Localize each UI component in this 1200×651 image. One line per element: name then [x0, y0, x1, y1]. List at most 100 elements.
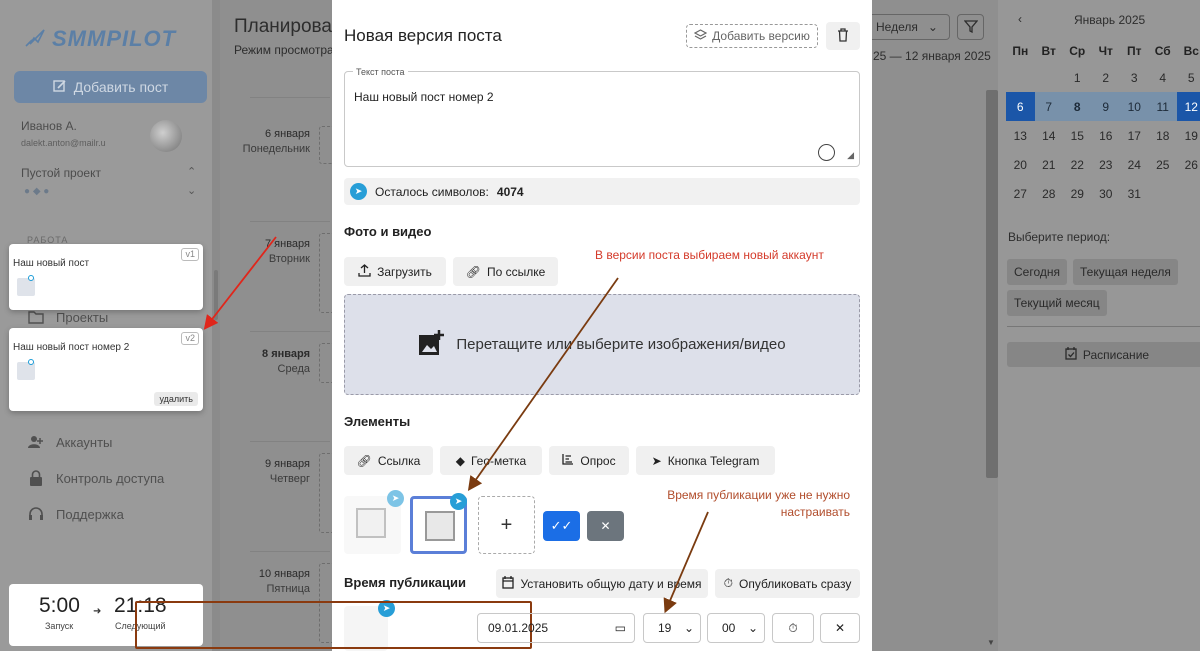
calendar-day[interactable]: 17 [1120, 121, 1149, 150]
calendar-day[interactable]: 10 [1120, 92, 1149, 121]
scrollbar-thumb[interactable] [214, 270, 218, 320]
scroll-down-icon[interactable]: ▼ [987, 638, 995, 647]
annotation-line: Время публикации уже не нужно [667, 488, 850, 502]
clear-time-button[interactable]: ✕ [820, 613, 860, 643]
confirm-accounts-button[interactable]: ✓✓ [543, 511, 580, 541]
calendar-day[interactable]: 18 [1149, 121, 1178, 150]
calendar-day-selected[interactable]: 12 [1177, 92, 1200, 121]
calendar-day-selected[interactable]: 6 [1006, 92, 1035, 121]
version-title: Наш новый пост номер 2 [13, 342, 130, 353]
calendar-day[interactable]: 4 [1149, 63, 1178, 92]
post-slot[interactable] [319, 126, 333, 164]
post-slot[interactable] [319, 343, 333, 383]
sidebar-item-accounts[interactable]: Аккаунты [28, 434, 112, 450]
schedule-button[interactable]: Расписание [1007, 342, 1200, 367]
element-link-button[interactable]: 🔗︎ Ссылка [344, 446, 433, 475]
project-name[interactable]: Пустой проект [21, 166, 101, 180]
add-account-button[interactable]: + [478, 496, 535, 554]
calendar-day[interactable]: 23 [1092, 150, 1121, 179]
calendar-day[interactable]: 15 [1063, 121, 1092, 150]
calendar-day[interactable]: 24 [1120, 150, 1149, 179]
avatar[interactable] [150, 120, 182, 152]
resize-handle-icon[interactable]: ◢ [847, 150, 854, 161]
timer-button[interactable]: ⏱︎ [772, 613, 814, 643]
post-slot[interactable] [319, 453, 333, 533]
chevron-left-icon[interactable]: ‹ [1018, 12, 1022, 26]
calendar-day[interactable]: 14 [1035, 121, 1064, 150]
set-common-datetime-button[interactable]: Установить общую дату и время [496, 569, 708, 598]
calendar-day [1149, 179, 1178, 208]
calendar-day[interactable]: 3 [1120, 63, 1149, 92]
sidebar-scrollbar[interactable] [212, 0, 220, 651]
sidebar-item-access[interactable]: Контроль доступа [28, 470, 164, 486]
post-text-field[interactable]: Текст поста Наш новый пост номер 2 ◢ [344, 67, 860, 167]
period-week-button[interactable]: Текущая неделя [1073, 259, 1178, 285]
calendar-day[interactable]: 11 [1148, 92, 1177, 121]
calendar-day[interactable]: 30 [1092, 179, 1121, 208]
launch-label: Запуск [45, 621, 74, 631]
delete-button[interactable] [826, 22, 860, 50]
sidebar-item-support[interactable]: Поддержка [28, 506, 124, 522]
calendar-day[interactable]: 22 [1063, 150, 1092, 179]
annotation-note-2: Время публикации уже не нужно настраиват… [660, 487, 850, 521]
add-post-button[interactable]: Добавить пост [14, 71, 207, 103]
emoji-icon[interactable] [818, 144, 835, 161]
element-geo-button[interactable]: ◆ Гео-метка [440, 446, 542, 475]
divider [250, 97, 330, 98]
publish-minute-select[interactable]: 00 ⌄ [707, 613, 765, 643]
calendar-day [1035, 63, 1064, 92]
version-tag: v1 [181, 248, 199, 261]
element-poll-button[interactable]: Опрос [549, 446, 629, 475]
account-card-selected[interactable]: ➤ [410, 493, 467, 554]
calendar-day-today[interactable]: 8 [1063, 92, 1092, 121]
calendar-day[interactable]: 20 [1006, 150, 1035, 179]
post-slot[interactable] [319, 233, 333, 313]
add-version-button[interactable]: Добавить версию [686, 24, 818, 48]
media-dropzone[interactable]: Перетащите или выберите изображения/виде… [344, 294, 860, 395]
elements-heading: Элементы [344, 414, 411, 429]
upload-button[interactable]: Загрузить [344, 257, 446, 286]
chars-remaining-row: ➤ Осталось символов: 4074 [344, 178, 860, 205]
filter-icon [963, 19, 978, 36]
calendar-day [1006, 63, 1035, 92]
publish-now-button[interactable]: ⏱︎ Опубликовать сразу [715, 569, 860, 598]
add-post-label: Добавить пост [73, 79, 169, 95]
calendar-day[interactable]: 7 [1034, 92, 1063, 121]
calendar-day[interactable]: 1 [1063, 63, 1092, 92]
chevron-down-icon[interactable]: ⌄ [187, 184, 196, 197]
period-select[interactable]: Неделя ⌄ [867, 14, 950, 40]
calendar-day[interactable]: 25 [1149, 150, 1178, 179]
publish-hour-select[interactable]: 19 ⌄ [643, 613, 701, 643]
weekday-label: Вс [1183, 44, 1199, 58]
calendar-day[interactable]: 26 [1177, 150, 1200, 179]
calendar-day[interactable]: 19 [1177, 121, 1200, 150]
calendar-day[interactable]: 21 [1035, 150, 1064, 179]
calendar-day[interactable]: 2 [1092, 63, 1121, 92]
calendar-day[interactable]: 16 [1092, 121, 1121, 150]
logo[interactable]: SMMPILOT [24, 26, 176, 52]
calendar-day[interactable]: 13 [1006, 121, 1035, 150]
calendar-day[interactable]: 9 [1091, 92, 1120, 121]
by-link-button[interactable]: 🔗︎ По ссылке [453, 257, 558, 286]
sidebar-item-projects[interactable]: Проекты [28, 309, 108, 325]
version-card-v1[interactable]: Наш новый пост v1 [9, 244, 203, 310]
calendar-day[interactable]: 31 [1120, 179, 1149, 208]
account-card[interactable]: ➤ [344, 490, 404, 554]
filter-button[interactable] [957, 14, 984, 40]
publish-date-value: 09.01.2025 [488, 621, 549, 635]
calendar-day[interactable]: 29 [1063, 179, 1092, 208]
calendar-day[interactable]: 5 [1177, 63, 1200, 92]
planner-scrollbar[interactable] [986, 90, 998, 478]
calendar-day[interactable]: 27 [1006, 179, 1035, 208]
delete-version-button[interactable]: удалить [154, 392, 198, 406]
cancel-accounts-button[interactable]: ✕ [587, 511, 624, 541]
chevron-up-icon[interactable]: ⌃ [187, 165, 196, 178]
publish-date-input[interactable]: 09.01.2025 ▭ [477, 613, 635, 643]
calendar-day[interactable]: 28 [1035, 179, 1064, 208]
version-card-v2[interactable]: Наш новый пост номер 2 v2 удалить [9, 328, 203, 411]
period-today-button[interactable]: Сегодня [1007, 259, 1067, 285]
dropzone-text: Перетащите или выберите изображения/виде… [456, 336, 786, 353]
period-month-button[interactable]: Текущий месяц [1007, 290, 1107, 316]
post-text-value[interactable]: Наш новый пост номер 2 [354, 90, 494, 104]
element-telegram-button[interactable]: ➤ Кнопка Telegram [636, 446, 775, 475]
